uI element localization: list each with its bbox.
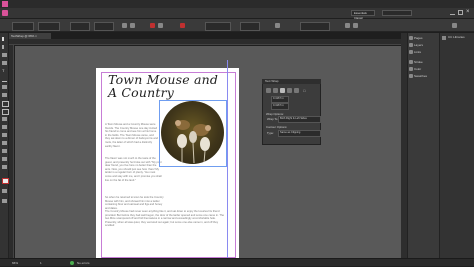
- jump-object-icon[interactable]: [287, 88, 292, 93]
- minimize-icon[interactable]: [450, 10, 455, 15]
- panel-item-swatches[interactable]: Swatches: [414, 74, 427, 78]
- text-wrap-icon[interactable]: [275, 23, 280, 28]
- top-offset-field[interactable]: 0.4167 in: [271, 96, 289, 103]
- invert-checkbox[interactable]: ☐: [303, 89, 306, 93]
- preflight-status-icon: [70, 261, 74, 265]
- pencil-tool-icon[interactable]: [2, 93, 7, 97]
- cc-libraries-panel: CC Libraries: [439, 33, 474, 258]
- left-offset-field[interactable]: 0.4167 in: [271, 103, 289, 110]
- note-tool-icon[interactable]: [2, 141, 7, 145]
- screen-mode-icon[interactable]: [2, 199, 7, 203]
- shear-icon[interactable]: [130, 23, 135, 28]
- align-icon[interactable]: [345, 23, 350, 28]
- search-stock-input[interactable]: [382, 10, 412, 16]
- y-position-field[interactable]: [38, 22, 60, 31]
- body-paragraph[interactable]: So when he returned to town he took the …: [105, 196, 165, 210]
- body-paragraph[interactable]: The Country Mouse had never seen anythin…: [105, 210, 227, 252]
- gradient-tool-icon[interactable]: [2, 133, 7, 137]
- tools-panel: T: [0, 33, 9, 258]
- pages-icon[interactable]: [409, 36, 413, 40]
- line-tool-icon[interactable]: [2, 77, 7, 82]
- hand-tool-icon[interactable]: [2, 157, 7, 161]
- stroke-weight-field[interactable]: [205, 22, 231, 31]
- column-guide: [227, 60, 229, 260]
- type-tool-icon[interactable]: T: [2, 69, 7, 73]
- rectangle-frame-tool-icon[interactable]: [2, 101, 9, 107]
- wrap-object-shape-icon[interactable]: [280, 88, 285, 93]
- layers-icon[interactable]: [409, 43, 413, 47]
- eyedropper-tool-icon[interactable]: [2, 149, 7, 153]
- links-icon[interactable]: [409, 50, 413, 54]
- panel-item-links[interactable]: Links: [414, 50, 421, 54]
- height-field[interactable]: [94, 22, 114, 31]
- zoom-tool-icon[interactable]: [2, 165, 7, 169]
- graphic-frame-bounds[interactable]: [159, 100, 227, 167]
- panel-item-color[interactable]: Color: [414, 67, 421, 71]
- page-tool-icon[interactable]: [2, 53, 7, 57]
- swatches-icon[interactable]: [409, 74, 413, 78]
- cc-libraries-label[interactable]: CC Libraries: [448, 35, 465, 39]
- rectangle-tool-icon[interactable]: [2, 109, 9, 115]
- contour-type-select[interactable]: Same as Clipping: [278, 130, 321, 137]
- body-paragraph[interactable]: The flavor was not much to the taste of …: [105, 157, 162, 182]
- scissors-tool-icon[interactable]: [2, 117, 7, 121]
- wrap-bounding-box-icon[interactable]: [273, 88, 278, 93]
- panel-dock: Pages Layers Links Stroke Color Swatches: [407, 33, 439, 258]
- menu-bar: File Edit Layout Type Object Table View …: [0, 0, 474, 14]
- panel-item-layers[interactable]: Layers: [414, 43, 423, 47]
- stroke-swatch-icon[interactable]: [158, 23, 163, 28]
- panel-menu-icon[interactable]: [452, 23, 457, 28]
- x-position-field[interactable]: [12, 22, 34, 31]
- cc-libraries-icon[interactable]: [442, 36, 446, 40]
- control-bar: [0, 19, 474, 32]
- workspace-switcher[interactable]: Essentials Classic: [351, 10, 375, 20]
- panel-item-pages[interactable]: Pages: [414, 36, 423, 40]
- story-title[interactable]: Town Mouse and A Country: [108, 73, 218, 99]
- direct-selection-tool-icon[interactable]: [2, 45, 9, 49]
- width-field[interactable]: [70, 22, 90, 31]
- text-wrap-panel-title[interactable]: Text Wrap: [262, 79, 321, 84]
- type-label: Type:: [267, 131, 274, 135]
- maximize-icon[interactable]: [458, 10, 463, 15]
- selection-tool-icon[interactable]: [2, 37, 9, 41]
- horizontal-ruler: [9, 39, 401, 45]
- application-bar: Essentials Classic ×: [0, 8, 474, 20]
- stroke-color-icon[interactable]: [180, 23, 185, 28]
- contour-options-label: Contour Options:: [266, 125, 288, 129]
- free-transform-tool-icon[interactable]: [2, 125, 7, 129]
- app-icon: [2, 10, 8, 16]
- rotate-icon[interactable]: [122, 23, 127, 28]
- pen-tool-icon[interactable]: [2, 85, 7, 89]
- fill-swatch-icon[interactable]: [150, 23, 155, 28]
- color-icon[interactable]: [409, 67, 413, 71]
- wrap-to-select[interactable]: Both Right & Left Sides: [278, 116, 321, 123]
- indesign-logo-icon: [2, 1, 8, 7]
- fill-stroke-icon[interactable]: [2, 178, 9, 184]
- opacity-field[interactable]: [240, 22, 260, 31]
- close-icon[interactable]: ×: [466, 9, 470, 16]
- panel-item-stroke[interactable]: Stroke: [414, 60, 423, 64]
- wrap-to-label: Wrap To:: [267, 117, 279, 121]
- distribute-icon[interactable]: [353, 23, 358, 28]
- stroke-icon[interactable]: [409, 60, 413, 64]
- gap-tool-icon[interactable]: [2, 61, 7, 65]
- text-wrap-panel: ☐ 0.4167 in 0.4167 in Wrap Options: Wrap…: [262, 79, 321, 145]
- formatting-affects-icon[interactable]: [2, 189, 7, 193]
- frame-fitting-field[interactable]: [300, 22, 330, 31]
- body-paragraph[interactable]: A Town Mouse and a Country Mouse were fr…: [105, 123, 159, 148]
- jump-to-next-column-icon[interactable]: [294, 88, 299, 93]
- no-wrap-icon[interactable]: [266, 88, 271, 93]
- status-bar: 66% 1 No errors: [0, 258, 474, 266]
- vertical-ruler: [9, 45, 14, 258]
- title-line-2: A Country: [108, 85, 175, 100]
